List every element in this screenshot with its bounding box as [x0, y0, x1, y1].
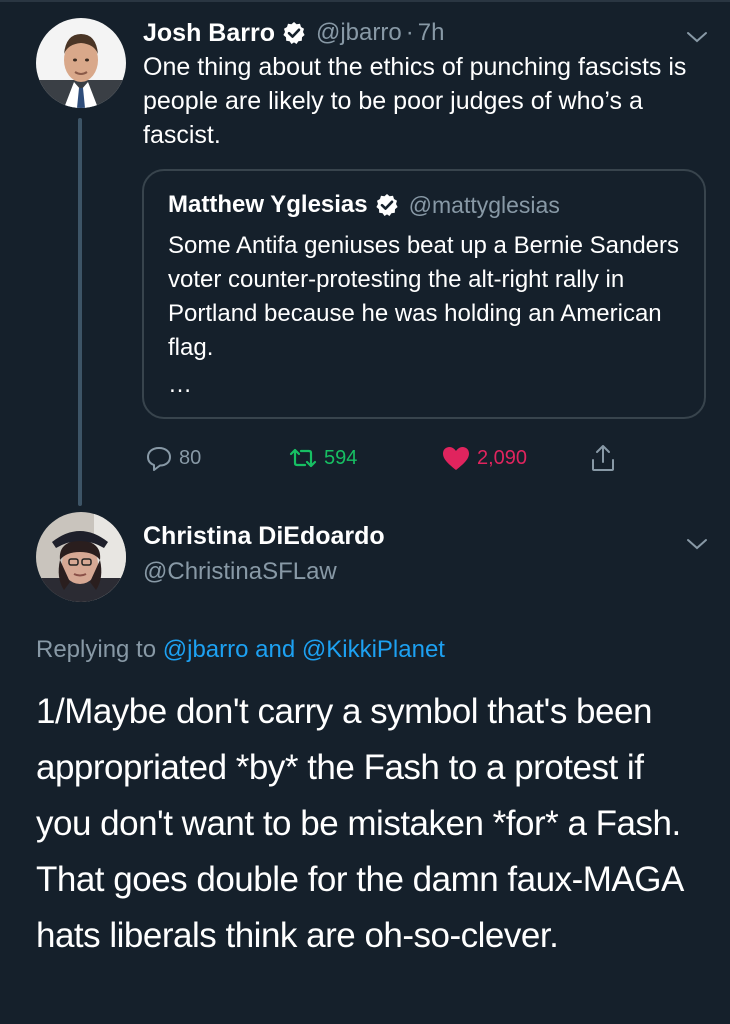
quoted-tweet[interactable]: Matthew Yglesias @mattyglesias Some Anti… — [142, 169, 706, 419]
quoted-tweet-header: Matthew Yglesias @mattyglesias — [168, 185, 560, 225]
share-icon — [590, 443, 616, 473]
like-button[interactable]: 2,090 — [441, 438, 527, 478]
quoted-tweet-ellipsis: … — [168, 371, 194, 398]
author-name[interactable]: Josh Barro — [143, 19, 275, 48]
quoted-author-handle: @mattyglesias — [408, 191, 560, 218]
top-divider — [0, 0, 730, 2]
avatar[interactable] — [36, 18, 126, 108]
separator-dot: · — [405, 19, 414, 46]
retweet-icon — [288, 445, 318, 471]
reply-bubble-icon — [145, 444, 173, 472]
replying-to-label: Replying to — [36, 636, 157, 663]
retweet-count: 594 — [324, 446, 358, 469]
tweet-text: One thing about the ethics of punching f… — [143, 53, 687, 149]
replying-conjunction: and — [255, 636, 296, 663]
timestamp[interactable]: 7h — [418, 19, 445, 47]
tweet-actions: 80 594 2,090 — [145, 438, 625, 478]
reply-author-handle[interactable]: @ChristinaSFLaw — [143, 558, 337, 586]
chevron-down-icon[interactable] — [686, 537, 708, 551]
author-handle[interactable]: @jbarro — [316, 19, 402, 47]
retweet-button[interactable]: 594 — [288, 438, 357, 478]
tweet-header: Josh Barro @jbarro · 7h — [143, 16, 444, 50]
reply-tweet-text: 1/Maybe don't carry a symbol that's been… — [36, 692, 682, 955]
replying-to-line: Replying to @jbarro and @KikkiPlanet — [36, 636, 445, 664]
quoted-author-name: Matthew Yglesias — [168, 191, 368, 218]
reply-author-name[interactable]: Christina DiEdoardo — [143, 522, 385, 551]
verified-badge-icon — [375, 193, 399, 217]
verified-badge-icon — [282, 21, 306, 45]
chevron-down-icon[interactable] — [686, 30, 708, 44]
mention-link[interactable]: @KikkiPlanet — [302, 636, 445, 663]
reply-button[interactable]: 80 — [145, 438, 201, 478]
share-button[interactable] — [590, 438, 616, 478]
like-count: 2,090 — [477, 446, 528, 469]
reply-count: 80 — [179, 446, 202, 469]
heart-icon — [441, 444, 471, 472]
avatar[interactable] — [36, 512, 126, 602]
quoted-tweet-text: Some Antifa geniuses beat up a Bernie Sa… — [168, 232, 680, 361]
thread-connector-line — [78, 118, 82, 506]
mention-link[interactable]: @jbarro — [163, 636, 249, 663]
